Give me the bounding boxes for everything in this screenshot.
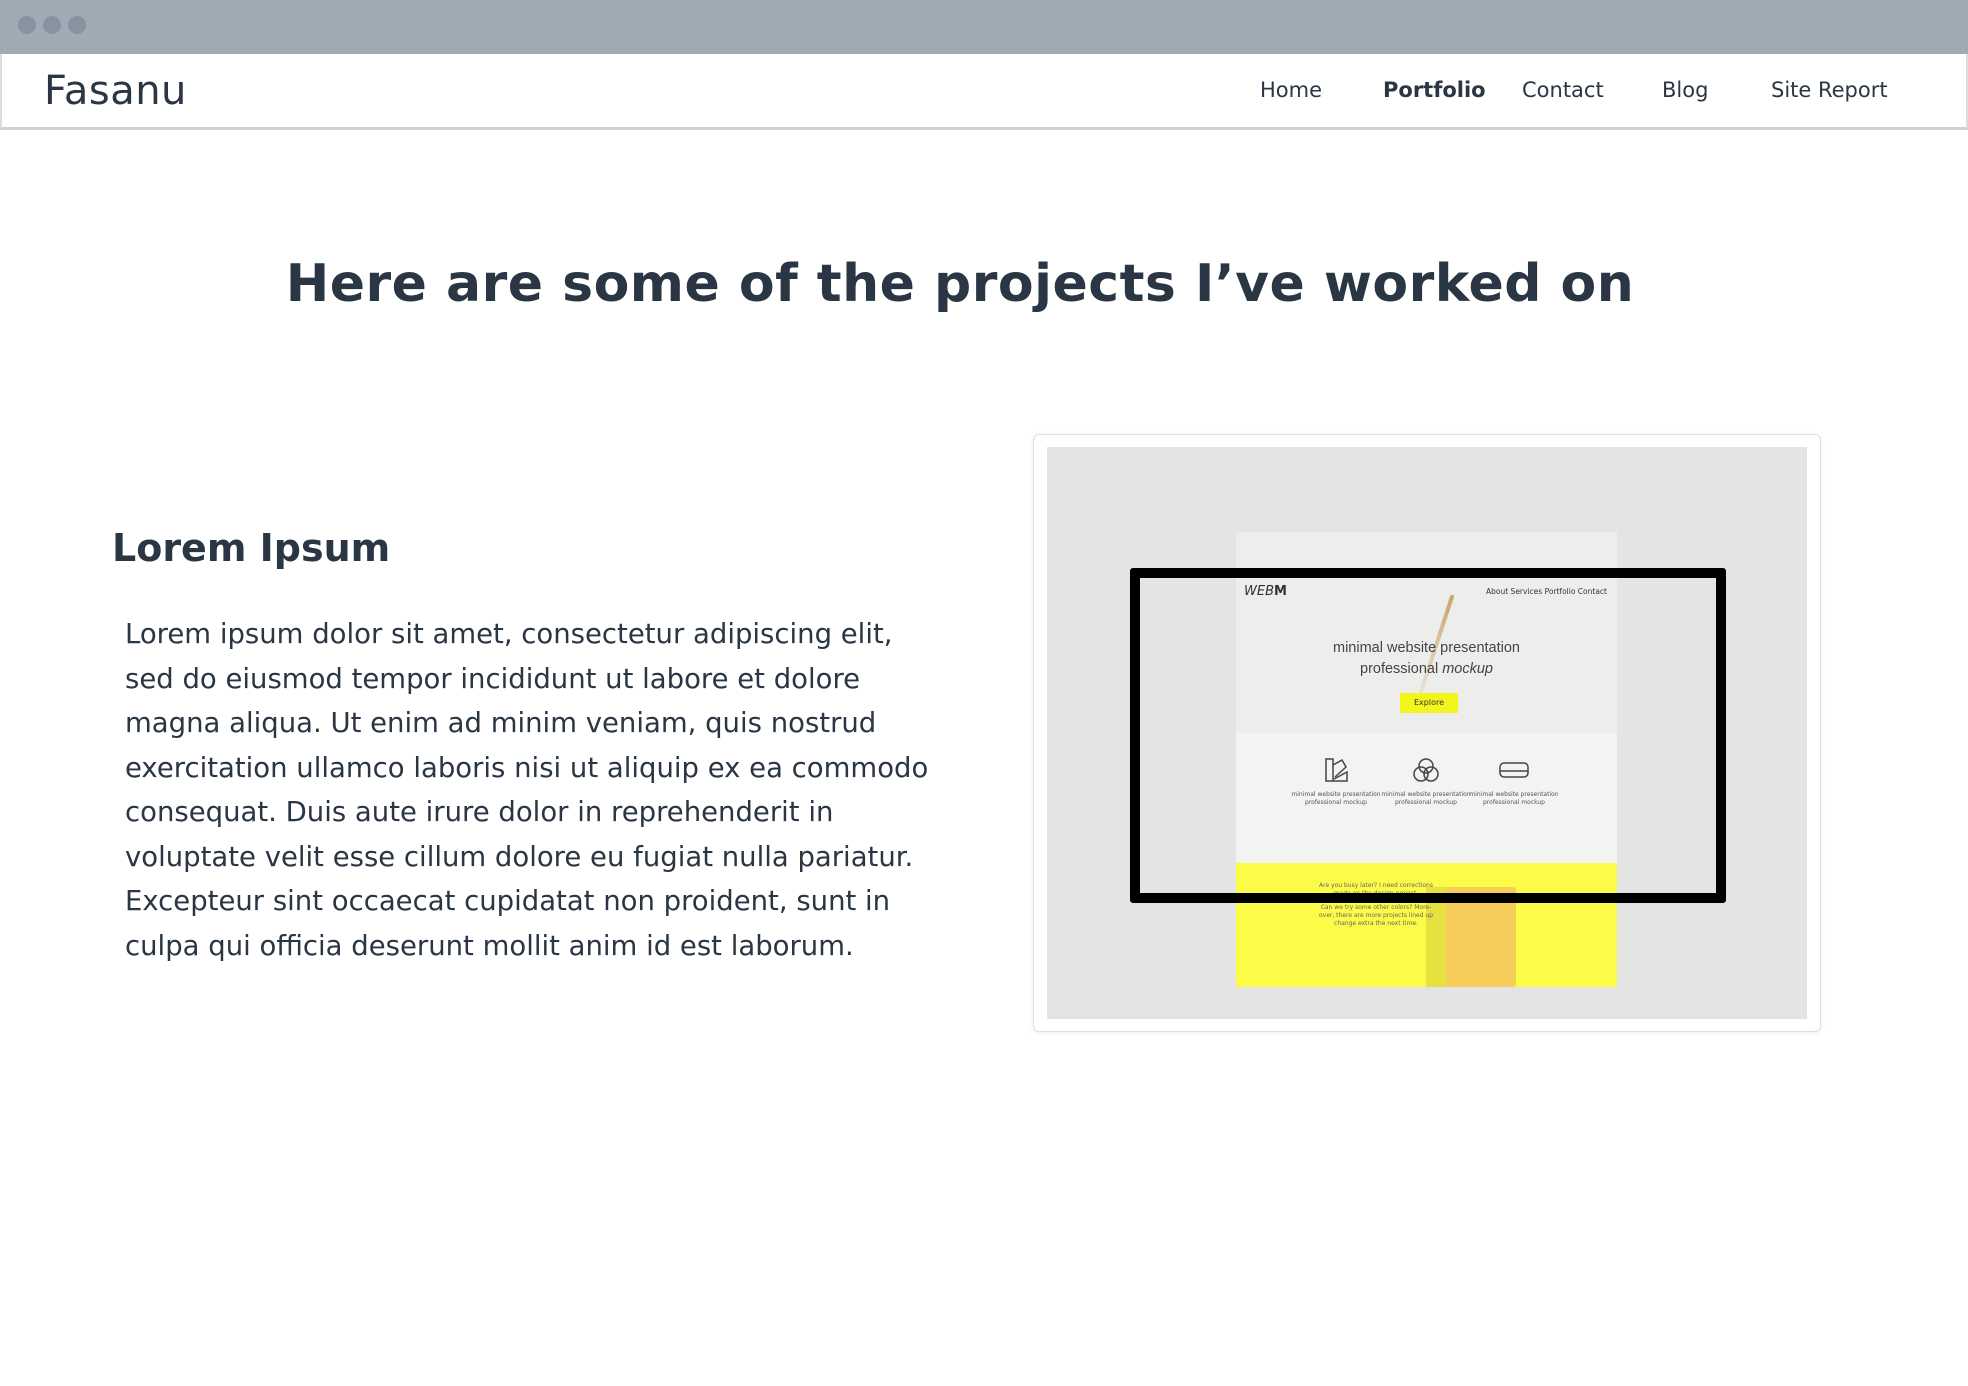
- nav-contact[interactable]: Contact: [1522, 78, 1604, 102]
- project-preview-card[interactable]: WEBM About Services Portfolio Contact mi…: [1033, 434, 1821, 1032]
- nav-portfolio[interactable]: Portfolio: [1383, 78, 1486, 102]
- project-description: Lorem ipsum dolor sit amet, consectetur …: [125, 618, 929, 962]
- nav-site-report[interactable]: Site Report: [1771, 78, 1888, 102]
- nav-home[interactable]: Home: [1260, 78, 1322, 102]
- nav-blog[interactable]: Blog: [1662, 78, 1708, 102]
- brand-logo[interactable]: Fasanu: [44, 68, 187, 114]
- window-maximize-dot[interactable]: [68, 16, 86, 34]
- browser-toolbar: [0, 0, 1968, 54]
- monitor-frame: [1130, 568, 1726, 903]
- page-headline: Here are some of the projects I’ve worke…: [285, 254, 1635, 314]
- project-title: Lorem Ipsum: [112, 526, 391, 570]
- mockup-image: WEBM About Services Portfolio Contact mi…: [1047, 447, 1807, 1019]
- window-close-dot[interactable]: [18, 16, 36, 34]
- site-navbar: Fasanu Home Portfolio Contact Blog Site …: [0, 54, 1968, 130]
- window-minimize-dot[interactable]: [43, 16, 61, 34]
